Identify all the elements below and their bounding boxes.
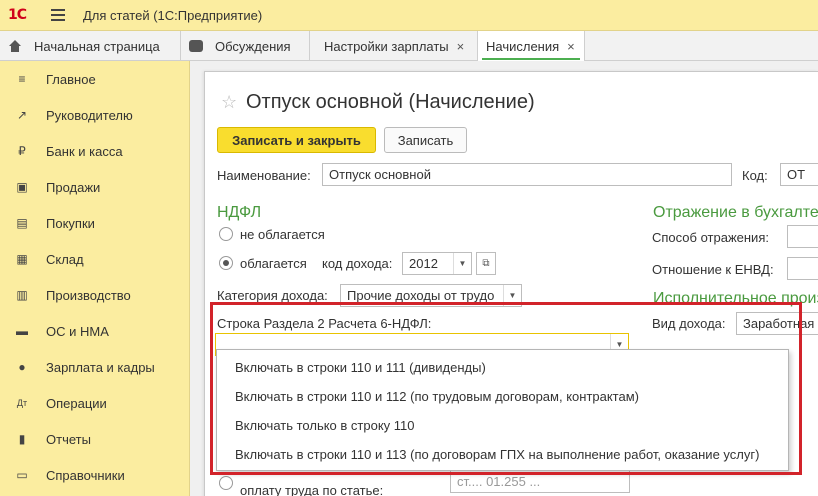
sidebar-item-label: Отчеты <box>46 431 91 447</box>
tab-home[interactable]: Начальная страница <box>0 31 181 61</box>
sidebar-item-label: ОС и НМА <box>46 323 109 339</box>
name-label: Наименование: <box>217 168 311 183</box>
code-label: Код: <box>742 168 768 183</box>
tab-label: Настройки зарплаты <box>324 38 449 54</box>
reflection-method-input[interactable] <box>787 225 818 248</box>
chevron-down-icon[interactable]: ▼ <box>453 253 471 274</box>
title-bar: 1С Для статей (1С:Предприятие) <box>0 0 818 31</box>
sidebar-item-warehouse[interactable]: ▦ Склад <box>0 241 190 277</box>
trend-icon: ↗ <box>16 108 28 122</box>
app-logo-icon: 1С <box>8 7 27 23</box>
list-icon: ≡ <box>18 72 26 86</box>
sidebar-item-catalogs[interactable]: ▭ Справочники <box>0 457 190 493</box>
sidebar-item-main[interactable]: ≡ Главное <box>0 61 190 97</box>
save-and-close-button[interactable]: Записать и закрыть <box>217 127 376 153</box>
sidebar-item-bank[interactable]: ₽ Банк и касса <box>0 133 190 169</box>
envd-label: Отношение к ЕНВД: <box>652 262 774 277</box>
radio-taxed[interactable] <box>219 256 233 270</box>
tab-salary-settings[interactable]: Настройки зарплаты × <box>310 31 478 61</box>
income-code-label: код дохода: <box>322 256 393 271</box>
truck-icon: ▬ <box>16 324 28 338</box>
bar-chart-icon: ▮ <box>18 432 26 446</box>
tab-accruals[interactable]: Начисления × <box>478 31 585 62</box>
save-button[interactable]: Записать <box>384 127 467 153</box>
name-input[interactable]: Отпуск основной <box>322 163 732 186</box>
cart-icon: ▤ <box>16 216 28 230</box>
form-title: Отпуск основной (Начисление) <box>246 91 535 113</box>
income-code-select[interactable]: 2012 ▼ <box>402 252 472 275</box>
sidebar-item-production[interactable]: ▥ Производство <box>0 277 190 313</box>
sidebar-item-purchases[interactable]: ▤ Покупки <box>0 205 190 241</box>
highlight-frame <box>210 302 802 475</box>
sidebar-item-label: Операции <box>46 395 107 411</box>
open-icon[interactable]: ⧉ <box>476 252 496 275</box>
sidebar-item-label: Главное <box>46 71 96 87</box>
radio-bottom[interactable] <box>219 476 233 490</box>
menu-icon[interactable] <box>51 9 65 21</box>
sidebar-item-operations[interactable]: Дт Операции <box>0 385 190 421</box>
sidebar-item-label: Продажи <box>46 179 101 195</box>
accounting-section-title: Отражение в бухгалте <box>653 204 818 221</box>
close-icon[interactable]: × <box>567 39 575 54</box>
sidebar-item-label: Руководителю <box>46 107 133 123</box>
debit-credit-icon: Дт <box>16 398 28 408</box>
sidebar-item-label: Производство <box>46 287 131 303</box>
ruble-icon: ₽ <box>18 144 26 158</box>
favorite-star-icon[interactable]: ☆ <box>221 92 237 113</box>
tab-label: Обсуждения <box>215 38 291 54</box>
app-title: Для статей (1С:Предприятие) <box>83 8 263 23</box>
sidebar-item-sales[interactable]: ▣ Продажи <box>0 169 190 205</box>
reflection-method-label: Способ отражения: <box>652 230 769 245</box>
sidebar-item-label: Склад <box>46 251 84 267</box>
code-input[interactable]: ОТ <box>780 163 818 186</box>
envd-input[interactable] <box>787 257 818 280</box>
tab-bar: Начальная страница Обсуждения Настройки … <box>0 31 818 62</box>
factory-icon: ▥ <box>16 288 28 302</box>
radio-not-taxed-label: не облагается <box>240 227 325 242</box>
tab-label: Начисления <box>486 39 560 54</box>
tab-label: Начальная страница <box>34 38 160 54</box>
sidebar: ≡ Главное ↗ Руководителю ₽ Банк и касса ▣ Пр… <box>0 61 190 496</box>
person-icon: ● <box>18 360 26 374</box>
ndfl-section-title: НДФЛ <box>217 204 262 221</box>
sidebar-item-label: Банк и касса <box>46 143 123 159</box>
bag-icon: ▣ <box>16 180 28 194</box>
sidebar-item-label: Зарплата и кадры <box>46 359 155 375</box>
home-icon <box>8 40 22 52</box>
income-category-value: Прочие доходы от трудо <box>347 288 495 303</box>
close-icon[interactable]: × <box>457 39 465 54</box>
tab-discussions[interactable]: Обсуждения <box>181 31 310 61</box>
income-category-label: Категория дохода: <box>217 288 328 303</box>
sidebar-item-manager[interactable]: ↗ Руководителю <box>0 97 190 133</box>
radio-taxed-label: облагается <box>240 256 307 271</box>
chat-icon <box>189 40 203 52</box>
income-code-value: 2012 <box>409 256 438 271</box>
radio-not-taxed[interactable] <box>219 227 233 241</box>
book-icon: ▭ <box>16 468 28 482</box>
sidebar-item-label: Справочники <box>46 467 125 483</box>
sidebar-item-salary[interactable]: ● Зарплата и кадры <box>0 349 190 385</box>
sidebar-item-assets[interactable]: ▬ ОС и НМА <box>0 313 190 349</box>
sidebar-item-reports[interactable]: ▮ Отчеты <box>0 421 190 457</box>
warehouse-icon: ▦ <box>16 252 28 266</box>
bottom-label: оплату труда по статье: <box>240 483 384 496</box>
sidebar-item-label: Покупки <box>46 215 95 231</box>
